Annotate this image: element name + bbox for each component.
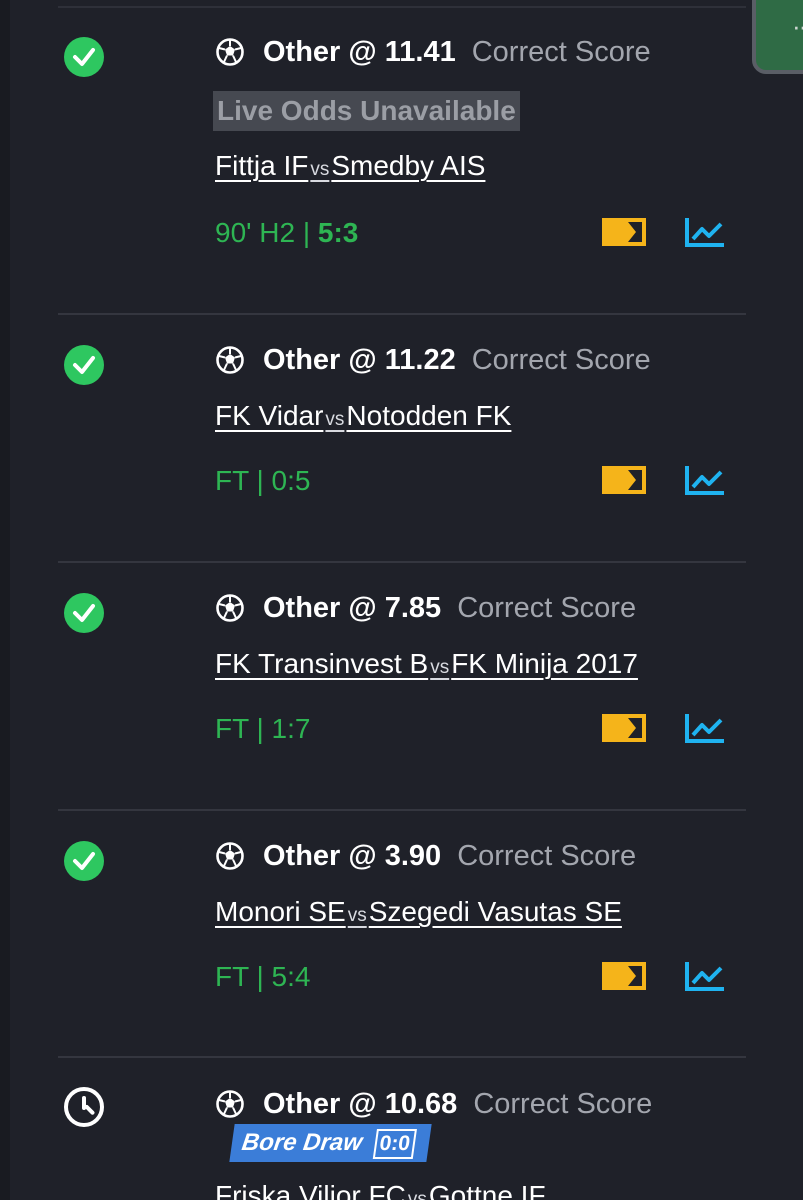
stats-chart-icon[interactable] xyxy=(684,712,726,744)
soccer-ball-icon xyxy=(216,1090,244,1118)
pick-odds: Other @ 11.22 xyxy=(263,343,456,376)
home-team[interactable]: FK Transinvest B xyxy=(215,648,428,680)
bore-draw-badge: Bore Draw 0:0 xyxy=(229,1124,432,1162)
live-tv-icon[interactable] xyxy=(602,962,646,990)
live-tv-icon[interactable] xyxy=(602,714,646,742)
check-circle-icon xyxy=(64,37,104,77)
top-divider xyxy=(58,6,746,8)
vs-label: vs xyxy=(430,657,450,678)
market-name: Correct Score xyxy=(471,343,651,376)
bet-divider xyxy=(58,809,746,811)
pick-row: Other @ 11.22 Correct Score xyxy=(215,340,651,380)
pick-row: Other @ 11.41 Correct Score xyxy=(215,32,651,72)
match-teams[interactable]: Monori SE vs Szegedi Vasutas SE xyxy=(215,896,622,936)
more-dots-icon: ·· xyxy=(792,11,803,41)
live-tv-icon[interactable] xyxy=(602,466,646,494)
match-result: FT | 5:4 xyxy=(215,961,311,992)
check-circle-icon xyxy=(64,841,104,881)
match-teams[interactable]: Fittja IF vs Smedby AIS xyxy=(215,150,485,190)
match-result: 90' H2 | 5:3 xyxy=(215,213,358,253)
vs-label: vs xyxy=(407,1189,427,1200)
live-tv-icon[interactable] xyxy=(602,218,646,246)
bet-divider xyxy=(58,1056,746,1058)
away-team[interactable]: Notodden FK xyxy=(346,400,511,432)
soccer-ball-icon xyxy=(216,594,244,622)
pick-odds: Other @ 10.68 xyxy=(263,1087,458,1120)
vs-label: vs xyxy=(347,905,367,926)
match-result: FT | 1:7 xyxy=(215,713,311,744)
soccer-ball-icon xyxy=(216,842,244,870)
away-team[interactable]: Smedby AIS xyxy=(331,150,485,182)
match-result: FT | 0:5 xyxy=(215,465,311,496)
floating-menu-button[interactable]: ·· xyxy=(752,0,803,74)
soccer-ball-icon xyxy=(216,346,244,374)
pick-row: Other @ 7.85 Correct Score xyxy=(215,588,636,628)
home-team[interactable]: Fittja IF xyxy=(215,150,308,182)
check-circle-icon xyxy=(64,593,104,633)
bore-draw-label: Bore Draw xyxy=(240,1129,365,1156)
market-name: Correct Score xyxy=(457,591,637,624)
stats-chart-icon[interactable] xyxy=(684,216,726,248)
stats-chart-icon[interactable] xyxy=(684,960,726,992)
vs-label: vs xyxy=(310,159,330,180)
market-name: Correct Score xyxy=(457,839,637,872)
clock-icon xyxy=(64,1087,104,1127)
home-team[interactable]: Monori SE xyxy=(215,896,346,928)
result-prefix: 90' H2 | xyxy=(215,217,318,248)
home-team[interactable]: Friska Viljor FC xyxy=(215,1180,406,1200)
away-team[interactable]: Gottne IF xyxy=(429,1180,546,1200)
soccer-ball-icon xyxy=(216,38,244,66)
market-name: Correct Score xyxy=(471,35,651,68)
market-name: Correct Score xyxy=(473,1087,653,1120)
home-team[interactable]: FK Vidar xyxy=(215,400,323,432)
match-teams[interactable]: FK Vidar vs Notodden FK xyxy=(215,400,511,440)
bet-divider xyxy=(58,313,746,315)
bet-history-screen: ·· Other @ 11.41 Correct Score Live Odds… xyxy=(0,0,803,1200)
pick-odds: Other @ 7.85 xyxy=(263,591,442,624)
bore-draw-score: 0:0 xyxy=(372,1129,418,1159)
pick-odds: Other @ 3.90 xyxy=(263,839,442,872)
pick-odds: Other @ 11.41 xyxy=(263,35,456,68)
result-score: 5:3 xyxy=(317,217,359,248)
match-teams[interactable]: Friska Viljor FC vs Gottne IF xyxy=(215,1180,546,1200)
bet-divider xyxy=(58,561,746,563)
live-odds-badge: Live Odds Unavailable xyxy=(213,91,520,131)
match-teams[interactable]: FK Transinvest B vs FK Minija 2017 xyxy=(215,648,638,688)
stats-chart-icon[interactable] xyxy=(684,464,726,496)
vs-label: vs xyxy=(325,409,345,430)
left-edge xyxy=(0,0,10,1200)
check-circle-icon xyxy=(64,345,104,385)
pick-row: Other @ 3.90 Correct Score xyxy=(215,836,636,876)
pick-row: Other @ 10.68 Correct Score xyxy=(215,1084,652,1124)
away-team[interactable]: Szegedi Vasutas SE xyxy=(369,896,622,928)
away-team[interactable]: FK Minija 2017 xyxy=(451,648,638,680)
